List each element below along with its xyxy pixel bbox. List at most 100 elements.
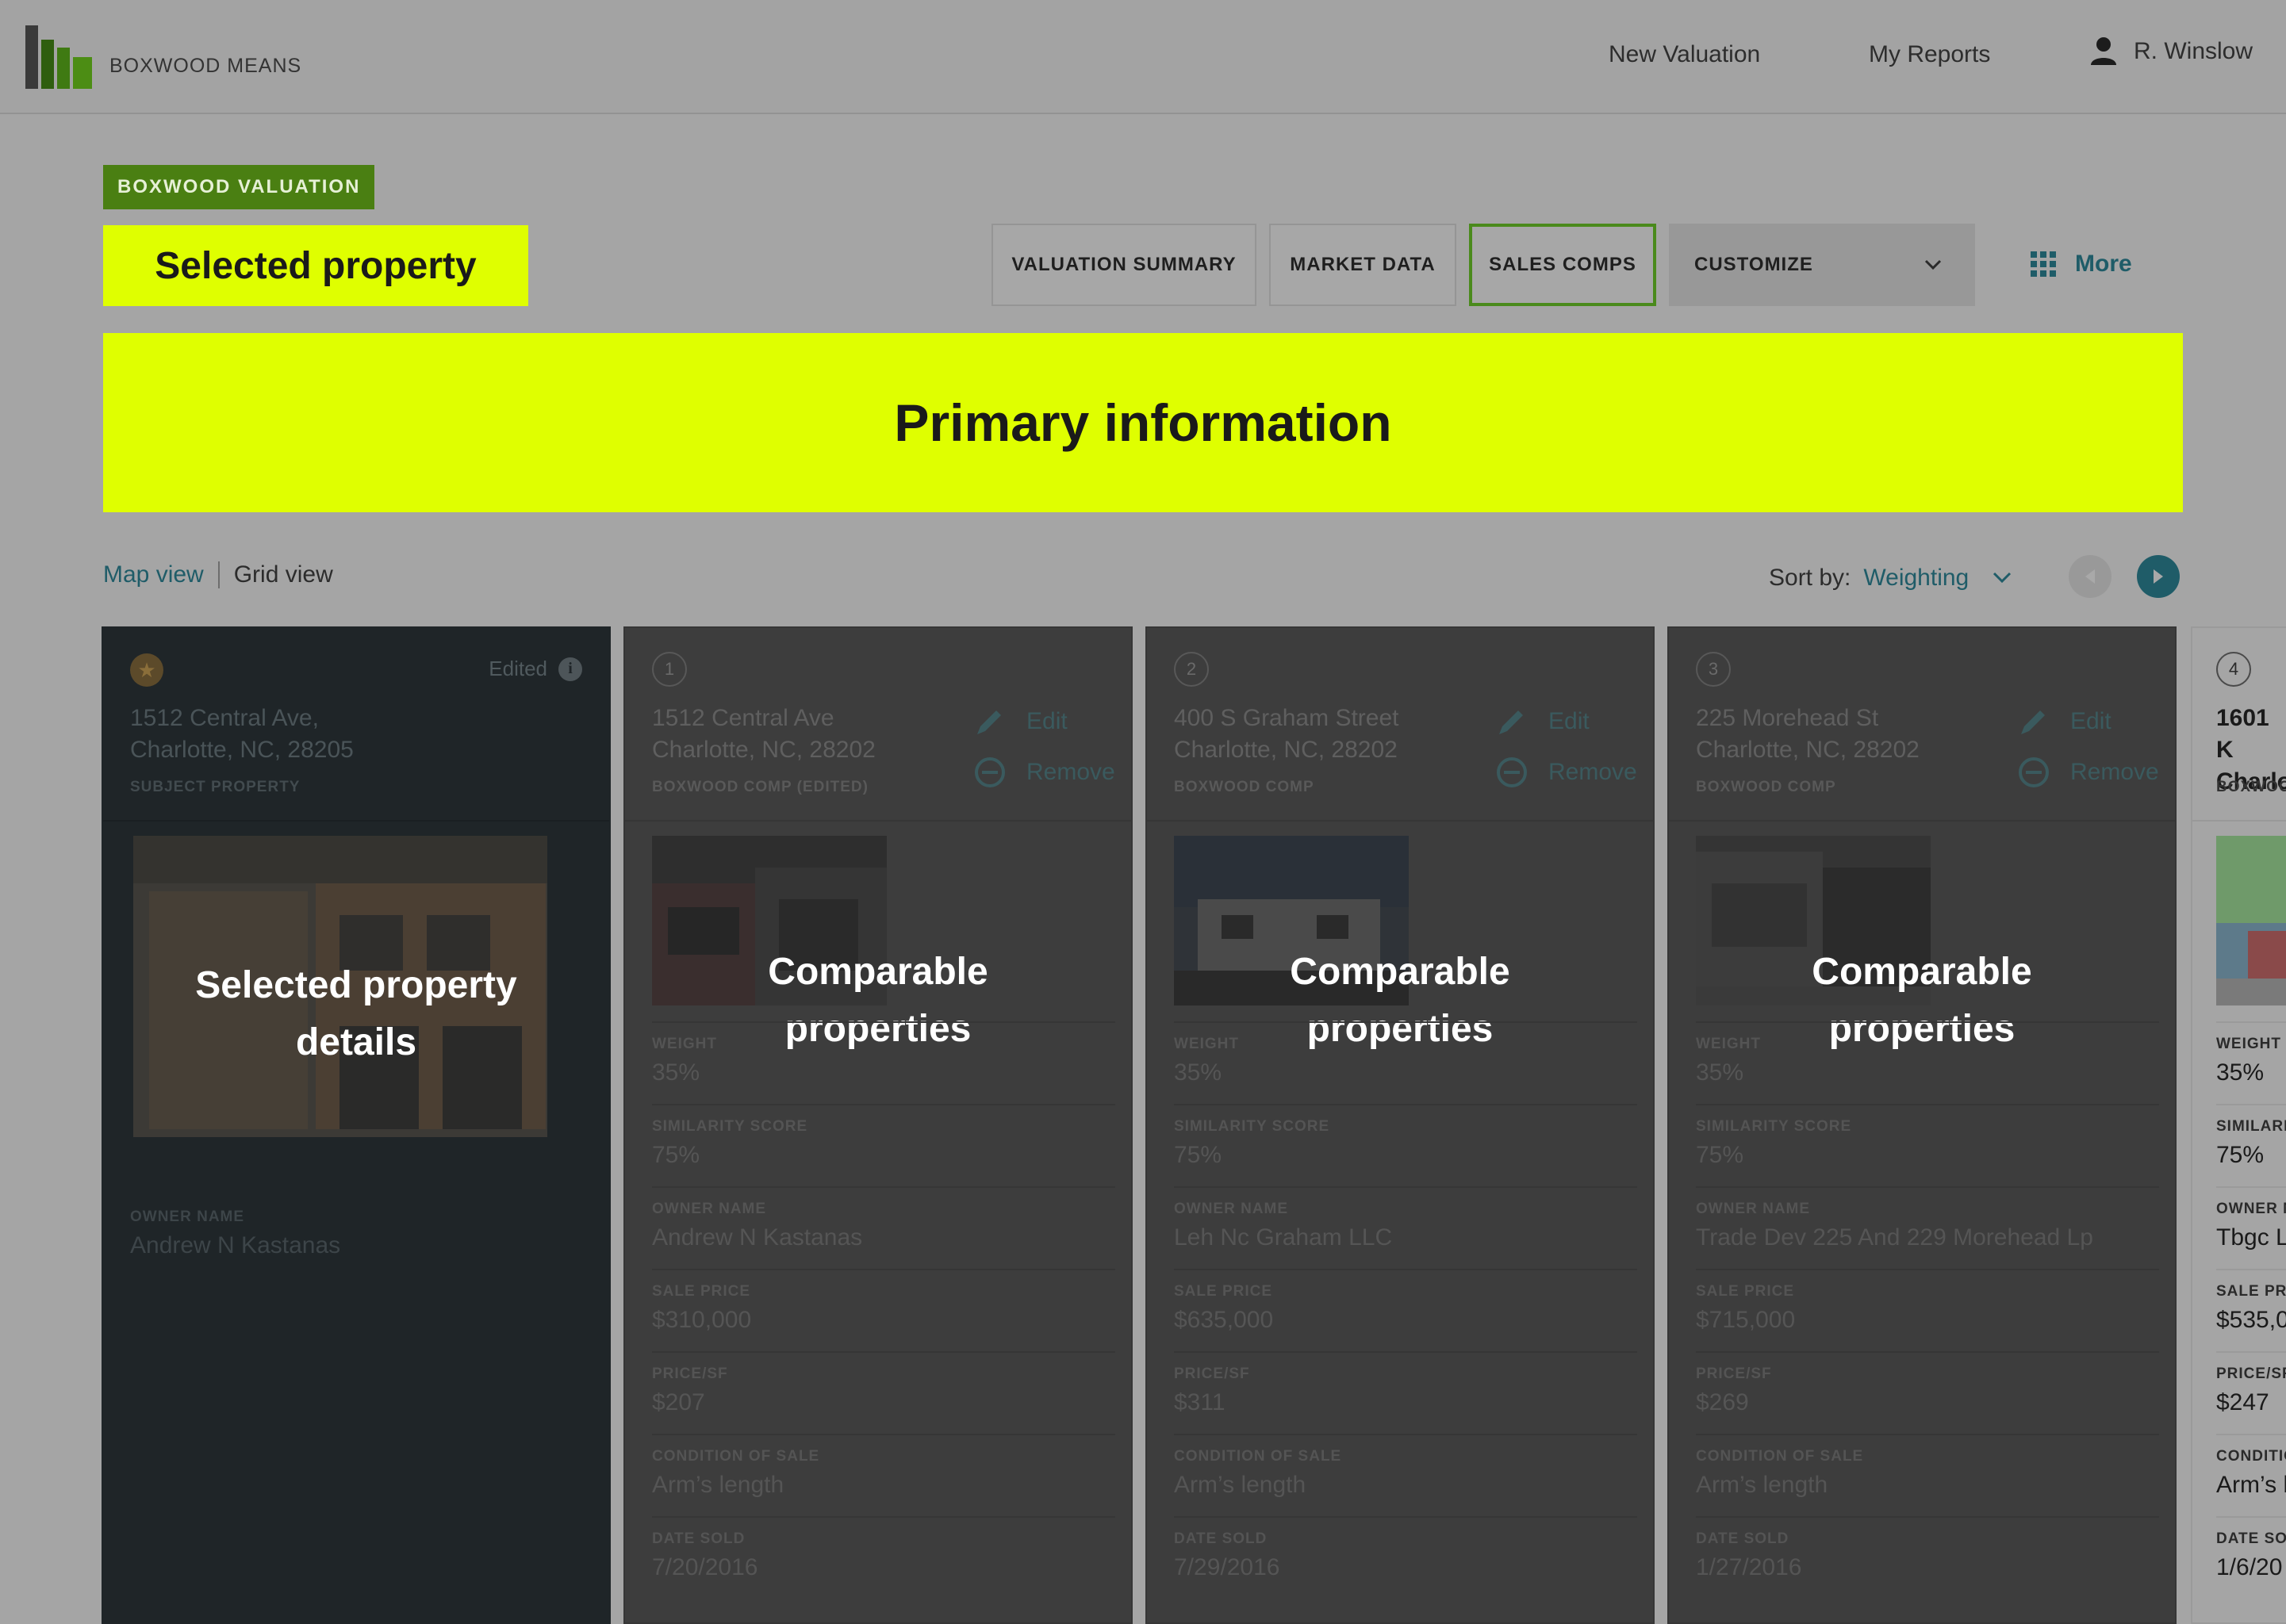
field-similarity-score: SIMILARIT 75%: [2216, 1104, 2286, 1188]
customize-dropdown[interactable]: CUSTOMIZE: [1669, 224, 1975, 306]
field-value: $247: [2216, 1389, 2269, 1415]
field-condition-of-sale: CONDITION OF SALE Arm’s length: [1174, 1434, 1637, 1518]
field-label: WEIGHT: [1696, 1036, 1761, 1052]
field-label: SALE PRICE: [1696, 1283, 1795, 1300]
previous-button[interactable]: [2069, 555, 2111, 598]
field-value: $311: [1174, 1389, 1225, 1415]
top-navigation-bar: BOXWOOD MEANS New Valuation My Reports R…: [0, 0, 2286, 114]
sort-label: Sort by:: [1769, 565, 1851, 591]
field-value: 7/29/2016: [1174, 1554, 1280, 1580]
field-sale-price: SALE PRICE $310,000: [652, 1269, 1115, 1353]
address-line-2: Charlotte, NC, 28202: [1174, 737, 1398, 763]
field-label: OWNER NAME: [652, 1201, 767, 1217]
field-label: SALE PRICE: [652, 1283, 751, 1300]
edited-indicator: Edited i: [489, 657, 582, 681]
remove-button[interactable]: Remove: [974, 756, 1115, 788]
comparable-card-2[interactable]: 2 400 S Graham Street Charlotte, NC, 282…: [1145, 626, 1655, 1624]
sort-control[interactable]: Sort by: Weighting: [1769, 565, 2012, 592]
grid-view-link[interactable]: Grid view: [234, 561, 333, 588]
field-owner-name: OWNER NAME Trade Dev 225 And 229 Morehead…: [1696, 1186, 2159, 1270]
field-label: PRICE/SF: [1696, 1365, 1772, 1382]
field-similarity-score: SIMILARITY SCORE 75%: [1696, 1104, 2159, 1188]
tab-valuation-summary[interactable]: VALUATION SUMMARY: [991, 224, 1256, 306]
comp-type-label: BOXWOOD COMP: [1174, 779, 1314, 795]
field-value: Arm’s length: [652, 1472, 784, 1498]
comp-type-label: BOXWOOD COMP (EDITED): [652, 779, 869, 795]
info-icon[interactable]: i: [558, 657, 582, 681]
remove-button[interactable]: Remove: [2018, 756, 2159, 788]
field-label: OWNER NAME: [130, 1208, 245, 1225]
card-divider: [1669, 820, 2175, 822]
field-date-sold: DATE SOLD 7/20/2016: [652, 1516, 1115, 1600]
overlay-line-1: Selected property: [195, 964, 517, 1006]
comparable-card-4[interactable]: 4 1601 K Charlo BOXWOOD WEIGHT35% SIMILA…: [2191, 626, 2286, 1624]
comparable-card-3[interactable]: 3 225 Morehead St Charlotte, NC, 28202 B…: [1667, 626, 2177, 1624]
pencil-icon: [1499, 710, 1523, 734]
field-value: 75%: [1696, 1142, 1744, 1168]
comparable-card-1[interactable]: 1 1512 Central Ave Charlotte, NC, 28202 …: [623, 626, 1133, 1624]
field-weight: WEIGHT 35%: [1174, 1021, 1637, 1105]
edit-label: Edit: [1026, 708, 1068, 734]
edit-button[interactable]: Edit: [2018, 706, 2111, 737]
primary-information-highlight: Primary information: [103, 333, 2183, 512]
selected-property-highlight: Selected property: [103, 225, 528, 306]
edit-button[interactable]: Edit: [1496, 706, 1590, 737]
valuation-badge: BOXWOOD VALUATION: [103, 165, 375, 209]
remove-circle-icon: [1497, 757, 1527, 787]
field-label: SIMILARIT: [2216, 1118, 2286, 1135]
field-value: $715,000: [1696, 1307, 1796, 1333]
field-similarity-score: SIMILARITY SCORE 75%: [652, 1104, 1115, 1188]
field-value: $535,0: [2216, 1307, 2286, 1333]
chevron-down-icon: [1924, 259, 1942, 270]
subject-property-card[interactable]: ★ Edited i 1512 Central Ave, Charlotte, …: [102, 626, 611, 1624]
field-label: WEIGHT: [1174, 1036, 1239, 1052]
field-label: OWNER NAME: [1174, 1201, 1289, 1217]
chevron-down-icon: [1993, 572, 2012, 584]
star-icon: ★: [130, 653, 163, 687]
field-value: $635,000: [1174, 1307, 1274, 1333]
field-sale-price: SALE PRICE $715,000: [1696, 1269, 2159, 1353]
logo-mark-icon: [25, 25, 94, 89]
selected-property-details-overlay: Selected property details: [103, 957, 609, 1071]
subject-type-label: SUBJECT PROPERTY: [130, 779, 301, 795]
field-price-per-sf: PRICE/SF $247: [2216, 1351, 2286, 1435]
field-condition-of-sale: CONDITIO Arm’s l: [2216, 1434, 2286, 1518]
field-label: WEIGHT: [652, 1036, 717, 1052]
field-price-per-sf: PRICE/SF $269: [1696, 1351, 2159, 1435]
field-weight: WEIGHT 35%: [1696, 1021, 2159, 1105]
field-value: Arm’s length: [1174, 1472, 1306, 1498]
view-toggle: Map view Grid view: [103, 561, 333, 588]
map-view-link[interactable]: Map view: [103, 561, 204, 588]
brand-logo[interactable]: BOXWOOD MEANS: [25, 25, 301, 89]
field-label: CONDITIO: [2216, 1448, 2286, 1465]
field-label: CONDITION OF SALE: [652, 1448, 820, 1465]
card-divider: [625, 820, 1131, 822]
field-value: 7/20/2016: [652, 1554, 758, 1580]
user-menu[interactable]: R. Winslow: [2089, 36, 2253, 67]
nav-my-reports[interactable]: My Reports: [1869, 41, 1990, 68]
field-label: SIMILARITY SCORE: [1174, 1118, 1330, 1135]
next-button[interactable]: [2137, 555, 2180, 598]
brand-name: BOXWOOD MEANS: [109, 55, 302, 77]
comp-address: 400 S Graham Street Charlotte, NC, 28202: [1174, 703, 1398, 766]
field-label: PRICE/SF: [2216, 1365, 2286, 1382]
remove-button[interactable]: Remove: [1496, 756, 1637, 788]
nav-new-valuation[interactable]: New Valuation: [1609, 41, 1760, 68]
comp-number: 2: [1174, 652, 1209, 687]
sort-value: Weighting: [1863, 565, 1970, 591]
address-line-2: Charlotte, NC, 28205: [130, 737, 354, 763]
field-sale-price: SALE PRICE $635,000: [1174, 1269, 1637, 1353]
field-label: SIMILARITY SCORE: [1696, 1118, 1852, 1135]
tab-sales-comps[interactable]: SALES COMPS: [1469, 224, 1656, 306]
field-value: Leh Nc Graham LLC: [1174, 1224, 1393, 1251]
overlay-line-1: Comparable: [768, 951, 988, 993]
address-line-2: Charlotte, NC, 28202: [1696, 737, 1920, 763]
field-label: CONDITION OF SALE: [1696, 1448, 1864, 1465]
field-sale-price: SALE PRIC $535,0: [2216, 1269, 2286, 1353]
tab-market-data[interactable]: MARKET DATA: [1269, 224, 1456, 306]
field-value: 35%: [2216, 1059, 2265, 1086]
more-label: More: [2075, 251, 2132, 277]
edit-button[interactable]: Edit: [974, 706, 1068, 737]
more-button[interactable]: More: [2031, 251, 2132, 278]
field-label: OWNER NAME: [1696, 1201, 1811, 1217]
